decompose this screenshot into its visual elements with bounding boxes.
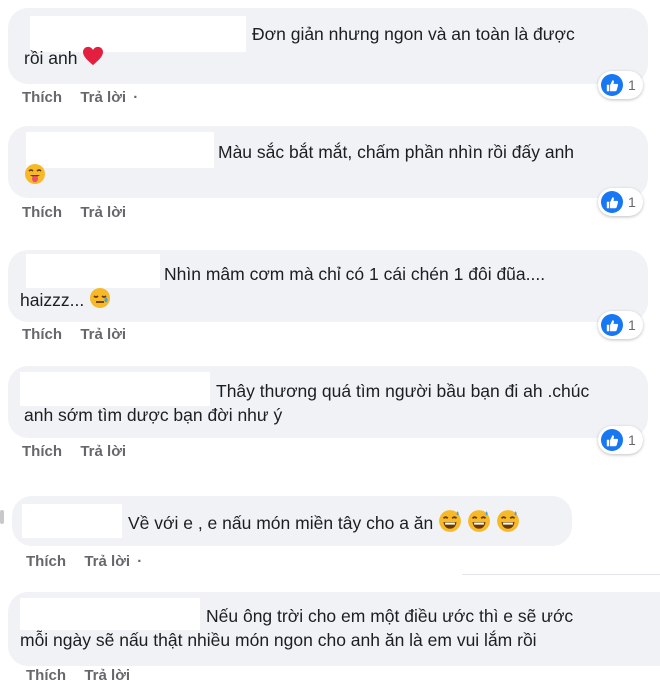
red-heart-icon bbox=[82, 46, 104, 73]
comment-text: haizzz... bbox=[20, 287, 111, 316]
hidden-author-name bbox=[22, 504, 122, 538]
comment-actions: Thích Trả lời · bbox=[26, 553, 145, 570]
comment-actions: Thích Trả lời bbox=[26, 667, 130, 684]
comment-actions: Thích Trả lời bbox=[22, 443, 126, 460]
reaction-count: 1 bbox=[628, 432, 636, 448]
like-icon bbox=[601, 74, 623, 96]
reaction-count: 1 bbox=[628, 194, 636, 210]
face-tongue-icon bbox=[24, 163, 46, 192]
like-link[interactable]: Thích bbox=[22, 89, 62, 106]
comment-text: rồi anh bbox=[24, 45, 104, 73]
hidden-author-name bbox=[20, 598, 200, 630]
reply-link[interactable]: Trả lời bbox=[80, 89, 126, 106]
like-link[interactable]: Thích bbox=[22, 326, 62, 343]
reaction-badge[interactable]: 1 bbox=[598, 188, 643, 216]
comment-text: Màu sắc bắt mắt, chấm phần nhìn rồi đấy … bbox=[218, 142, 575, 162]
separator-dot: · bbox=[137, 553, 143, 570]
grinning-sweat-icon bbox=[438, 509, 462, 540]
comment-text: Nhìn mâm cơm mà chỉ có 1 cái chén 1 đôi … bbox=[164, 264, 546, 284]
comment-text bbox=[24, 163, 46, 192]
sleepy-face-icon bbox=[89, 287, 111, 316]
like-icon bbox=[601, 314, 623, 336]
comment-text-line: rồi anh bbox=[24, 48, 78, 68]
comment-actions: Thích Trả lời · bbox=[22, 89, 141, 106]
reaction-badge[interactable]: 1 bbox=[598, 311, 643, 339]
hidden-author-name bbox=[20, 372, 210, 406]
comment-actions: Thích Trả lời bbox=[22, 204, 126, 221]
comment-text: Thây thương quá tìm người bầu bạn đi ah … bbox=[216, 381, 590, 401]
hidden-author-name bbox=[26, 254, 160, 288]
comment-actions: Thích Trả lời bbox=[22, 326, 126, 343]
reaction-count: 1 bbox=[628, 77, 636, 93]
reply-link[interactable]: Trả lời bbox=[80, 204, 126, 221]
like-link[interactable]: Thích bbox=[26, 667, 66, 684]
reaction-count: 1 bbox=[628, 317, 636, 333]
like-icon bbox=[601, 429, 623, 451]
comment-text: Nếu ông trời cho em một điều ước thì e s… bbox=[206, 606, 574, 626]
like-icon bbox=[601, 191, 623, 213]
grinning-sweat-icon bbox=[496, 509, 520, 540]
comment-text: Đơn giản nhưng ngon và an toàn là được bbox=[252, 24, 575, 44]
comment-text: Về với e , e nấu món miền tây cho a ăn bbox=[128, 509, 520, 540]
like-link[interactable]: Thích bbox=[22, 204, 62, 221]
edge-mark bbox=[0, 510, 4, 524]
reply-link[interactable]: Trả lời bbox=[80, 443, 126, 460]
hidden-author-name bbox=[26, 132, 214, 168]
divider bbox=[462, 574, 660, 575]
comment-text-line: Về với e , e nấu món miền tây cho a ăn bbox=[128, 513, 434, 534]
comment-text: mỗi ngày sẽ nấu thật nhiều món ngon cho … bbox=[20, 630, 537, 650]
comment-text: anh sớm tìm dược bạn đời như ý bbox=[24, 405, 283, 425]
reply-link[interactable]: Trả lời bbox=[84, 553, 130, 570]
reply-link[interactable]: Trả lời bbox=[84, 667, 130, 684]
grinning-sweat-icon bbox=[467, 509, 491, 540]
separator-dot: · bbox=[133, 89, 139, 106]
reply-link[interactable]: Trả lời bbox=[80, 326, 126, 343]
reaction-badge[interactable]: 1 bbox=[598, 426, 643, 454]
reaction-badge[interactable]: 1 bbox=[598, 71, 643, 99]
like-link[interactable]: Thích bbox=[26, 553, 66, 570]
comment-text-line: haizzz... bbox=[20, 290, 85, 311]
like-link[interactable]: Thích bbox=[22, 443, 62, 460]
